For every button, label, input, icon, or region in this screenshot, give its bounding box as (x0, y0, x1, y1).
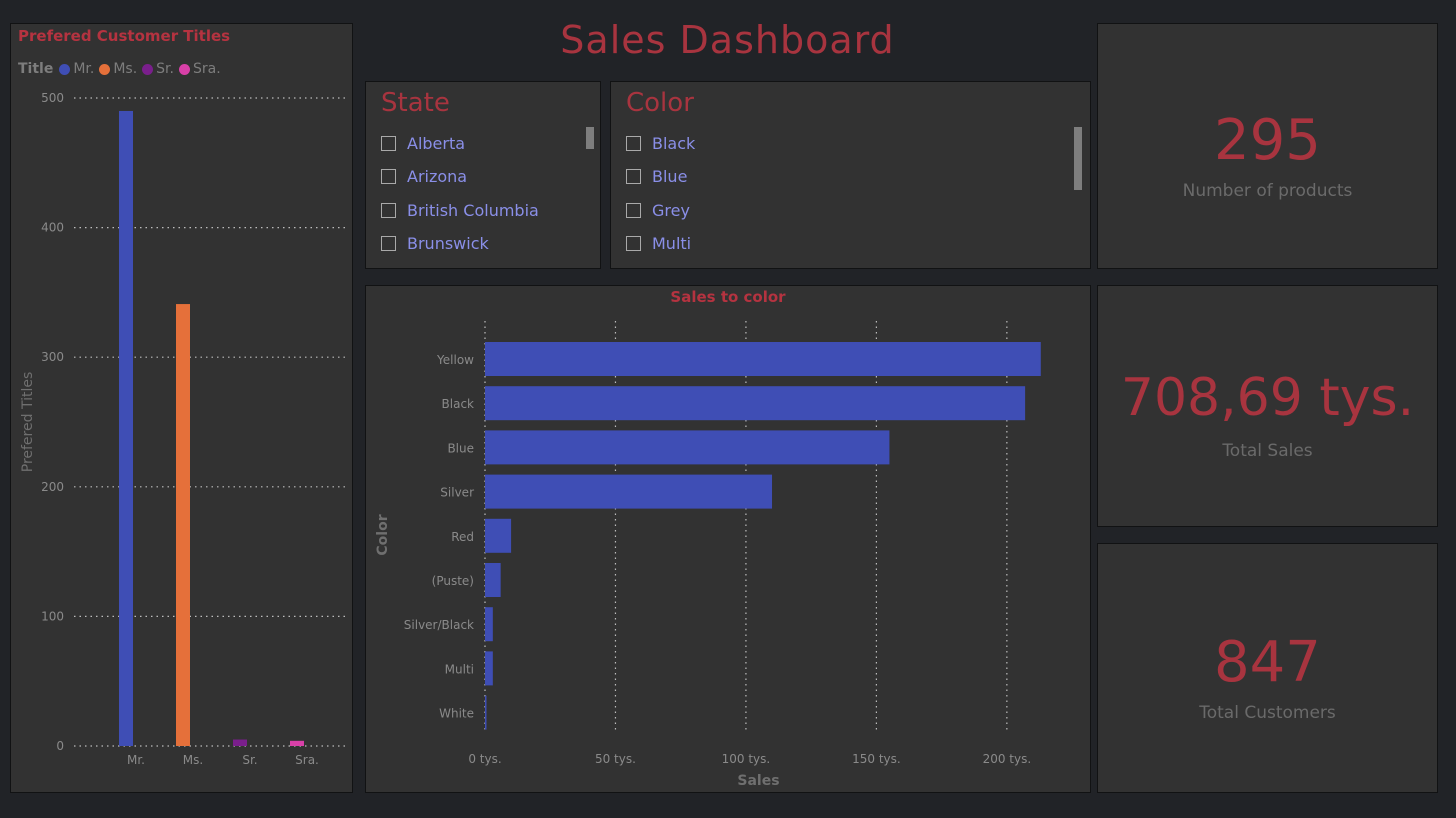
bar--puste- (485, 563, 501, 597)
y-tick-label: Blue (447, 441, 474, 455)
products-label: Number of products (1182, 181, 1353, 201)
color-scrollbar[interactable] (1074, 127, 1082, 190)
color-slicer-title: Color (626, 88, 694, 118)
bar-ms (176, 304, 190, 746)
y-axis-title: Prefered Titles (20, 372, 36, 473)
page-title: Sales Dashboard (560, 18, 895, 62)
bar-white (485, 695, 487, 730)
bar-black (485, 386, 1026, 421)
sales-by-color-plot: 0 tys. 50 tys. 100 tys. 150 tys. 200 tys. Yel… (375, 321, 1041, 789)
state-option-label: British Columbia (407, 201, 539, 220)
total-customers-card: 847 Total Customers (1097, 543, 1438, 793)
products-card: 295 Number of products (1097, 23, 1438, 269)
y-tick-label: 500 (41, 91, 64, 105)
state-option-label: Arizona (407, 167, 468, 186)
y-tick-label: 300 (41, 350, 64, 364)
color-option-multi[interactable]: Multi (626, 234, 691, 253)
state-option-label: Brunswick (407, 234, 489, 253)
x-tick-label: 150 tys. (852, 752, 901, 766)
x-tick-label: Sra. (295, 753, 319, 767)
color-option-label: Black (652, 134, 696, 153)
state-option-arizona[interactable]: Arizona (381, 167, 467, 186)
y-tick-label: Red (451, 530, 474, 544)
bar-red (485, 518, 512, 553)
bar-silver (485, 474, 773, 509)
checkbox[interactable] (381, 136, 396, 151)
y-tick-label: 0 (56, 739, 64, 753)
y-tick-label: Black (442, 397, 475, 411)
state-option-british-columbia[interactable]: British Columbia (381, 201, 539, 220)
y-axis-title: Color (375, 514, 391, 555)
color-option-black[interactable]: Black (626, 134, 695, 153)
y-tick-label: 200 (41, 480, 64, 494)
bar-mr (119, 110, 133, 746)
bar-sra (290, 740, 304, 746)
checkbox[interactable] (626, 136, 641, 151)
state-slicer-title: State (381, 88, 450, 118)
checkbox[interactable] (381, 203, 396, 218)
sales-by-color-panel: Sales to color 0 tys. 50 tys. 100 tys. 150 … (365, 285, 1091, 793)
color-option-label: Grey (652, 201, 690, 220)
color-option-label: Multi (652, 234, 692, 253)
total-sales-value: 708,69 tys. (1120, 368, 1415, 428)
y-tick-label: Yellow (436, 353, 474, 367)
bar-yellow (485, 342, 1041, 376)
color-option-label: Blue (652, 167, 688, 186)
color-slicer: Color Black Blue Grey Multi (610, 81, 1091, 269)
title-chart-plot: 0 100 200 300 400 500 Mr. Ms. Sr. Sra. Prefered Ti… (20, 91, 346, 767)
checkbox[interactable] (626, 236, 641, 251)
y-tick-label: 100 (41, 609, 64, 623)
x-tick-label: Sr. (242, 753, 257, 767)
state-option-brunswick[interactable]: Brunswick (381, 234, 489, 253)
title-chart-panel: Prefered Customer Titles Title Mr. Ms. S… (10, 23, 353, 793)
total-customers-value: 847 (1214, 630, 1321, 695)
checkbox[interactable] (381, 169, 396, 184)
total-customers-label: Total Customers (1199, 703, 1336, 723)
state-scrollbar[interactable] (586, 127, 594, 149)
x-tick-label: 200 tys. (983, 752, 1032, 766)
x-tick-label: Ms. (183, 753, 203, 767)
y-tick-label: (Puste) (432, 574, 474, 588)
state-slicer: State Alberta Arizona British Columbia B… (365, 81, 601, 269)
y-tick-label: Multi (445, 662, 474, 676)
x-tick-label: Mr. (127, 753, 145, 767)
total-sales-card: 708,69 tys. Total Sales (1097, 285, 1438, 527)
checkbox[interactable] (381, 236, 396, 251)
color-option-blue[interactable]: Blue (626, 167, 687, 186)
y-tick-label: Silver/Black (404, 618, 474, 632)
x-axis-title: Sales (737, 773, 779, 789)
bar-multi (485, 651, 493, 686)
bar-blue (485, 430, 890, 465)
products-value: 295 (1214, 108, 1321, 173)
total-sales-label: Total Sales (1222, 441, 1313, 461)
y-tick-label: White (439, 707, 474, 721)
y-tick-label: 400 (41, 221, 64, 235)
bar-silver-black (485, 607, 493, 642)
x-tick-label: 50 tys. (595, 752, 636, 766)
state-option-label: Alberta (407, 134, 466, 153)
color-option-grey[interactable]: Grey (626, 201, 690, 220)
checkbox[interactable] (626, 203, 641, 218)
x-tick-label: 0 tys. (468, 752, 501, 766)
x-tick-label: 100 tys. (722, 752, 771, 766)
checkbox[interactable] (626, 169, 641, 184)
bar-sr (233, 739, 247, 746)
y-tick-label: Silver (440, 486, 474, 500)
state-option-alberta[interactable]: Alberta (381, 134, 465, 153)
